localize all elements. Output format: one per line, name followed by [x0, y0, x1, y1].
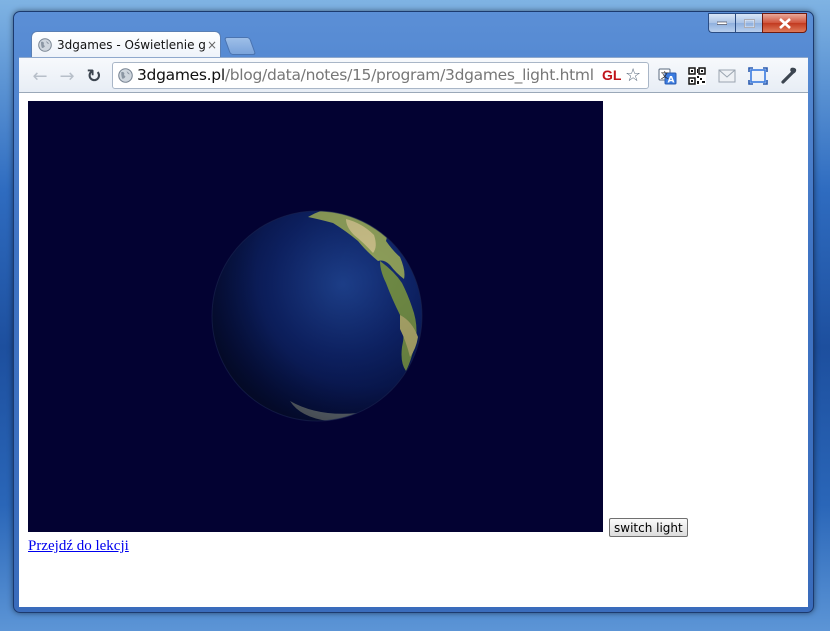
lesson-link[interactable]: Przejdź do lekcji: [28, 538, 129, 555]
site-globe-icon: [118, 68, 133, 83]
page-content: switch light Przejdź do lekcji: [19, 92, 808, 607]
mail-extension[interactable]: [717, 66, 737, 86]
maximize-button[interactable]: [735, 13, 762, 33]
maximize-icon: [743, 18, 755, 28]
switch-light-button[interactable]: switch light: [609, 518, 688, 537]
reload-icon: ↻: [86, 65, 102, 87]
minimize-button[interactable]: [708, 13, 735, 33]
mail-icon: [718, 69, 736, 83]
back-arrow-icon: ←: [32, 65, 48, 87]
wrench-icon: [781, 67, 797, 84]
window-controls: [708, 13, 807, 33]
reload-button[interactable]: ↻: [83, 65, 105, 87]
translate-extension[interactable]: 文 A: [657, 66, 677, 86]
close-window-button[interactable]: [762, 13, 807, 33]
address-bar[interactable]: 3dgames.pl/blog/data/notes/15/program/3d…: [112, 62, 649, 89]
qr-code-extension[interactable]: [687, 66, 707, 86]
url-text: 3dgames.pl/blog/data/notes/15/program/3d…: [137, 66, 594, 84]
url-path: /blog/data/notes/15/program/3dgames_ligh…: [224, 66, 594, 84]
fullscreen-icon: [748, 67, 768, 85]
close-icon: [778, 17, 791, 29]
toolbar: ← → ↻ 3dgames.pl/blog/data/notes/15/prog…: [19, 57, 808, 93]
forward-arrow-icon: →: [59, 65, 75, 87]
bookmark-star-icon[interactable]: ☆: [625, 65, 641, 86]
webgl-canvas[interactable]: [28, 101, 603, 532]
translate-icon: 文 A: [658, 68, 676, 85]
fullscreen-extension[interactable]: [748, 66, 768, 86]
svg-text:A: A: [667, 75, 674, 85]
tab-close-icon[interactable]: ×: [207, 38, 217, 52]
tab-title: 3dgames - Oświetlenie glob: [57, 37, 205, 52]
url-host: 3dgames.pl: [137, 66, 225, 84]
browser-window: 3dgames - Oświetlenie glob × ← → ↻ 3dgam…: [13, 11, 814, 613]
settings-wrench-button[interactable]: [779, 66, 799, 86]
forward-button[interactable]: →: [56, 65, 78, 87]
webgl-badge[interactable]: GL: [602, 67, 621, 83]
back-button[interactable]: ←: [29, 65, 51, 87]
globe-icon: [38, 37, 52, 52]
qr-code-icon: [688, 67, 706, 85]
tab-active[interactable]: 3dgames - Oświetlenie glob ×: [31, 31, 221, 57]
new-tab-button[interactable]: [223, 37, 257, 55]
minimize-icon: [717, 21, 727, 25]
earth-globe: [211, 210, 423, 422]
